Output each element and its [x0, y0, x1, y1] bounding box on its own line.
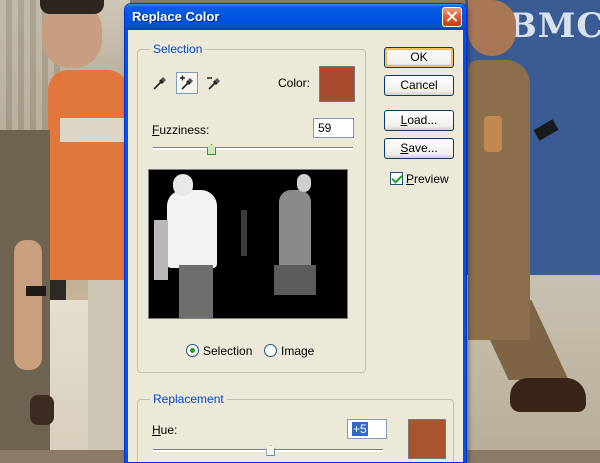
wristwatch	[26, 286, 46, 296]
radio-selection[interactable]	[186, 344, 199, 357]
replace-color-dialog: Replace Color Selection Color: Fuzziness…	[124, 3, 467, 463]
pedestrian-hair	[40, 0, 104, 14]
replacement-group: Replacement	[137, 392, 454, 462]
cancel-button[interactable]: Cancel	[384, 75, 454, 96]
mask-noise	[241, 210, 247, 256]
eyedropper-subtract-icon	[207, 77, 220, 90]
fuzziness-input[interactable]: 59	[313, 118, 354, 138]
shirt-stripe	[60, 118, 128, 142]
save-button[interactable]: Save...	[384, 138, 454, 159]
close-button[interactable]	[442, 7, 462, 27]
replacement-group-label: Replacement	[150, 392, 227, 406]
mask-figure-head	[173, 174, 193, 196]
eyedropper-tool[interactable]	[149, 72, 171, 94]
radio-selection-label: Selection	[203, 344, 253, 358]
hue-value: +5	[352, 422, 368, 436]
pedestrian-right-head	[468, 0, 516, 56]
hue-label: Hue:	[152, 423, 178, 437]
color-label: Color:	[278, 76, 311, 90]
eyedropper-subtract-tool[interactable]	[203, 72, 225, 94]
building-sign: BMC	[508, 6, 600, 46]
fuzziness-label: Fuzziness:	[152, 123, 210, 137]
pedestrian-orange-shirt	[48, 70, 128, 280]
load-button[interactable]: Load...	[384, 110, 454, 131]
window-border-left	[125, 30, 128, 462]
load-button-text: oad...	[407, 113, 438, 127]
mask-figure-right	[279, 190, 311, 270]
selection-color-swatch[interactable]	[319, 66, 355, 102]
coffee-cup	[484, 116, 502, 152]
replacement-color-swatch[interactable]	[408, 419, 446, 459]
eyedropper-add-icon	[180, 75, 193, 90]
shoe	[30, 395, 54, 425]
fuzziness-slider-track[interactable]	[153, 147, 353, 150]
radio-image-label: Image	[281, 344, 315, 358]
mask-figure-torso	[167, 190, 217, 268]
pedestrian-arm	[14, 240, 42, 370]
fuzziness-label-text: uzziness:	[159, 123, 210, 137]
save-button-text: ave...	[408, 141, 438, 155]
radio-image[interactable]	[264, 344, 277, 357]
mask-figure-right-legs	[274, 265, 316, 295]
dialog-title: Replace Color	[132, 9, 220, 24]
mask-figure-legs	[179, 265, 213, 318]
ok-button[interactable]: OK	[384, 47, 454, 68]
preview-label-text: review	[414, 172, 449, 186]
pedestrian-right-shoe	[510, 378, 586, 412]
preview-label: Preview	[406, 172, 449, 186]
title-bar[interactable]: Replace Color	[125, 4, 466, 30]
hue-input[interactable]: +5	[347, 419, 387, 439]
mask-figure-arm	[154, 220, 168, 280]
selection-group-label: Selection	[150, 42, 206, 56]
pedestrian-right	[468, 60, 530, 340]
selection-mask-preview	[148, 169, 348, 319]
mask-figure-right-head	[297, 174, 311, 192]
eyedropper-add-tool[interactable]	[176, 72, 198, 94]
eyedropper-icon	[153, 77, 166, 90]
preview-checkbox[interactable]	[390, 172, 403, 185]
window-border-right	[463, 30, 466, 462]
hue-label-text: ue:	[160, 423, 178, 437]
pedestrian-pants	[88, 260, 128, 450]
